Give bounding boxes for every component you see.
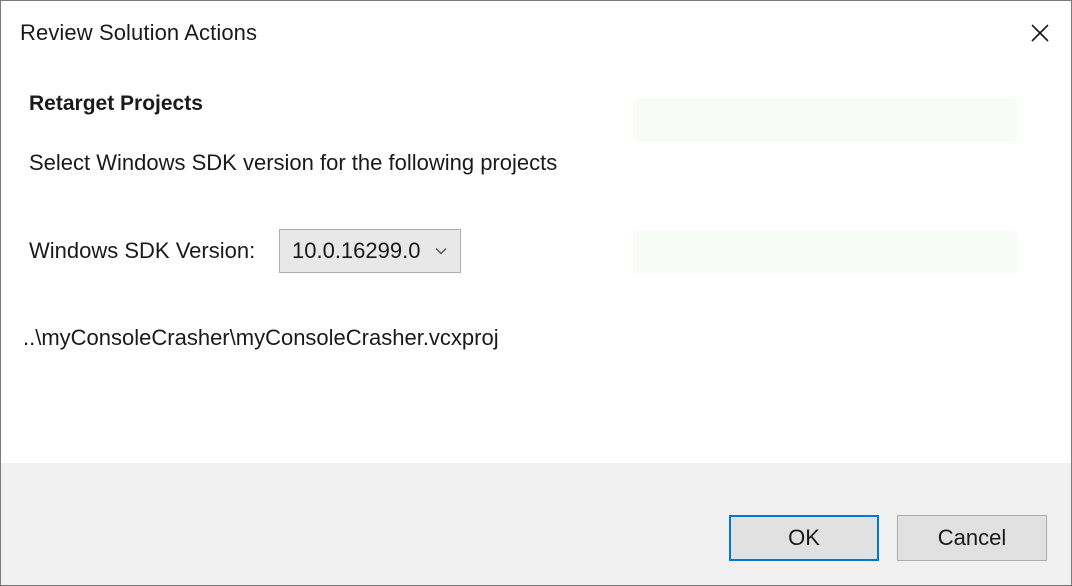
title-bar[interactable]: Review Solution Actions bbox=[1, 1, 1071, 65]
background-artifact bbox=[633, 231, 1017, 273]
dialog-content: Retarget Projects Select Windows SDK ver… bbox=[1, 65, 1071, 463]
close-icon bbox=[1031, 24, 1049, 42]
background-artifact bbox=[633, 99, 1017, 141]
window-title: Review Solution Actions bbox=[20, 20, 258, 45]
sdk-version-dropdown[interactable]: 10.0.16299.0 bbox=[279, 229, 461, 273]
instruction-text: Select Windows SDK version for the follo… bbox=[29, 150, 558, 175]
sdk-version-value: 10.0.16299.0 bbox=[292, 238, 421, 263]
chevron-down-icon bbox=[435, 248, 447, 255]
dialog-footer: OK Cancel bbox=[1, 463, 1071, 585]
project-path: ..\myConsoleCrasher\myConsoleCrasher.vcx… bbox=[23, 325, 499, 350]
close-button[interactable] bbox=[1017, 11, 1063, 55]
ok-button[interactable]: OK bbox=[729, 515, 879, 561]
cancel-button[interactable]: Cancel bbox=[897, 515, 1047, 561]
review-solution-actions-dialog: Review Solution Actions Retarget Project… bbox=[0, 0, 1072, 586]
section-heading: Retarget Projects bbox=[29, 92, 203, 115]
sdk-version-label: Windows SDK Version: bbox=[29, 238, 256, 263]
